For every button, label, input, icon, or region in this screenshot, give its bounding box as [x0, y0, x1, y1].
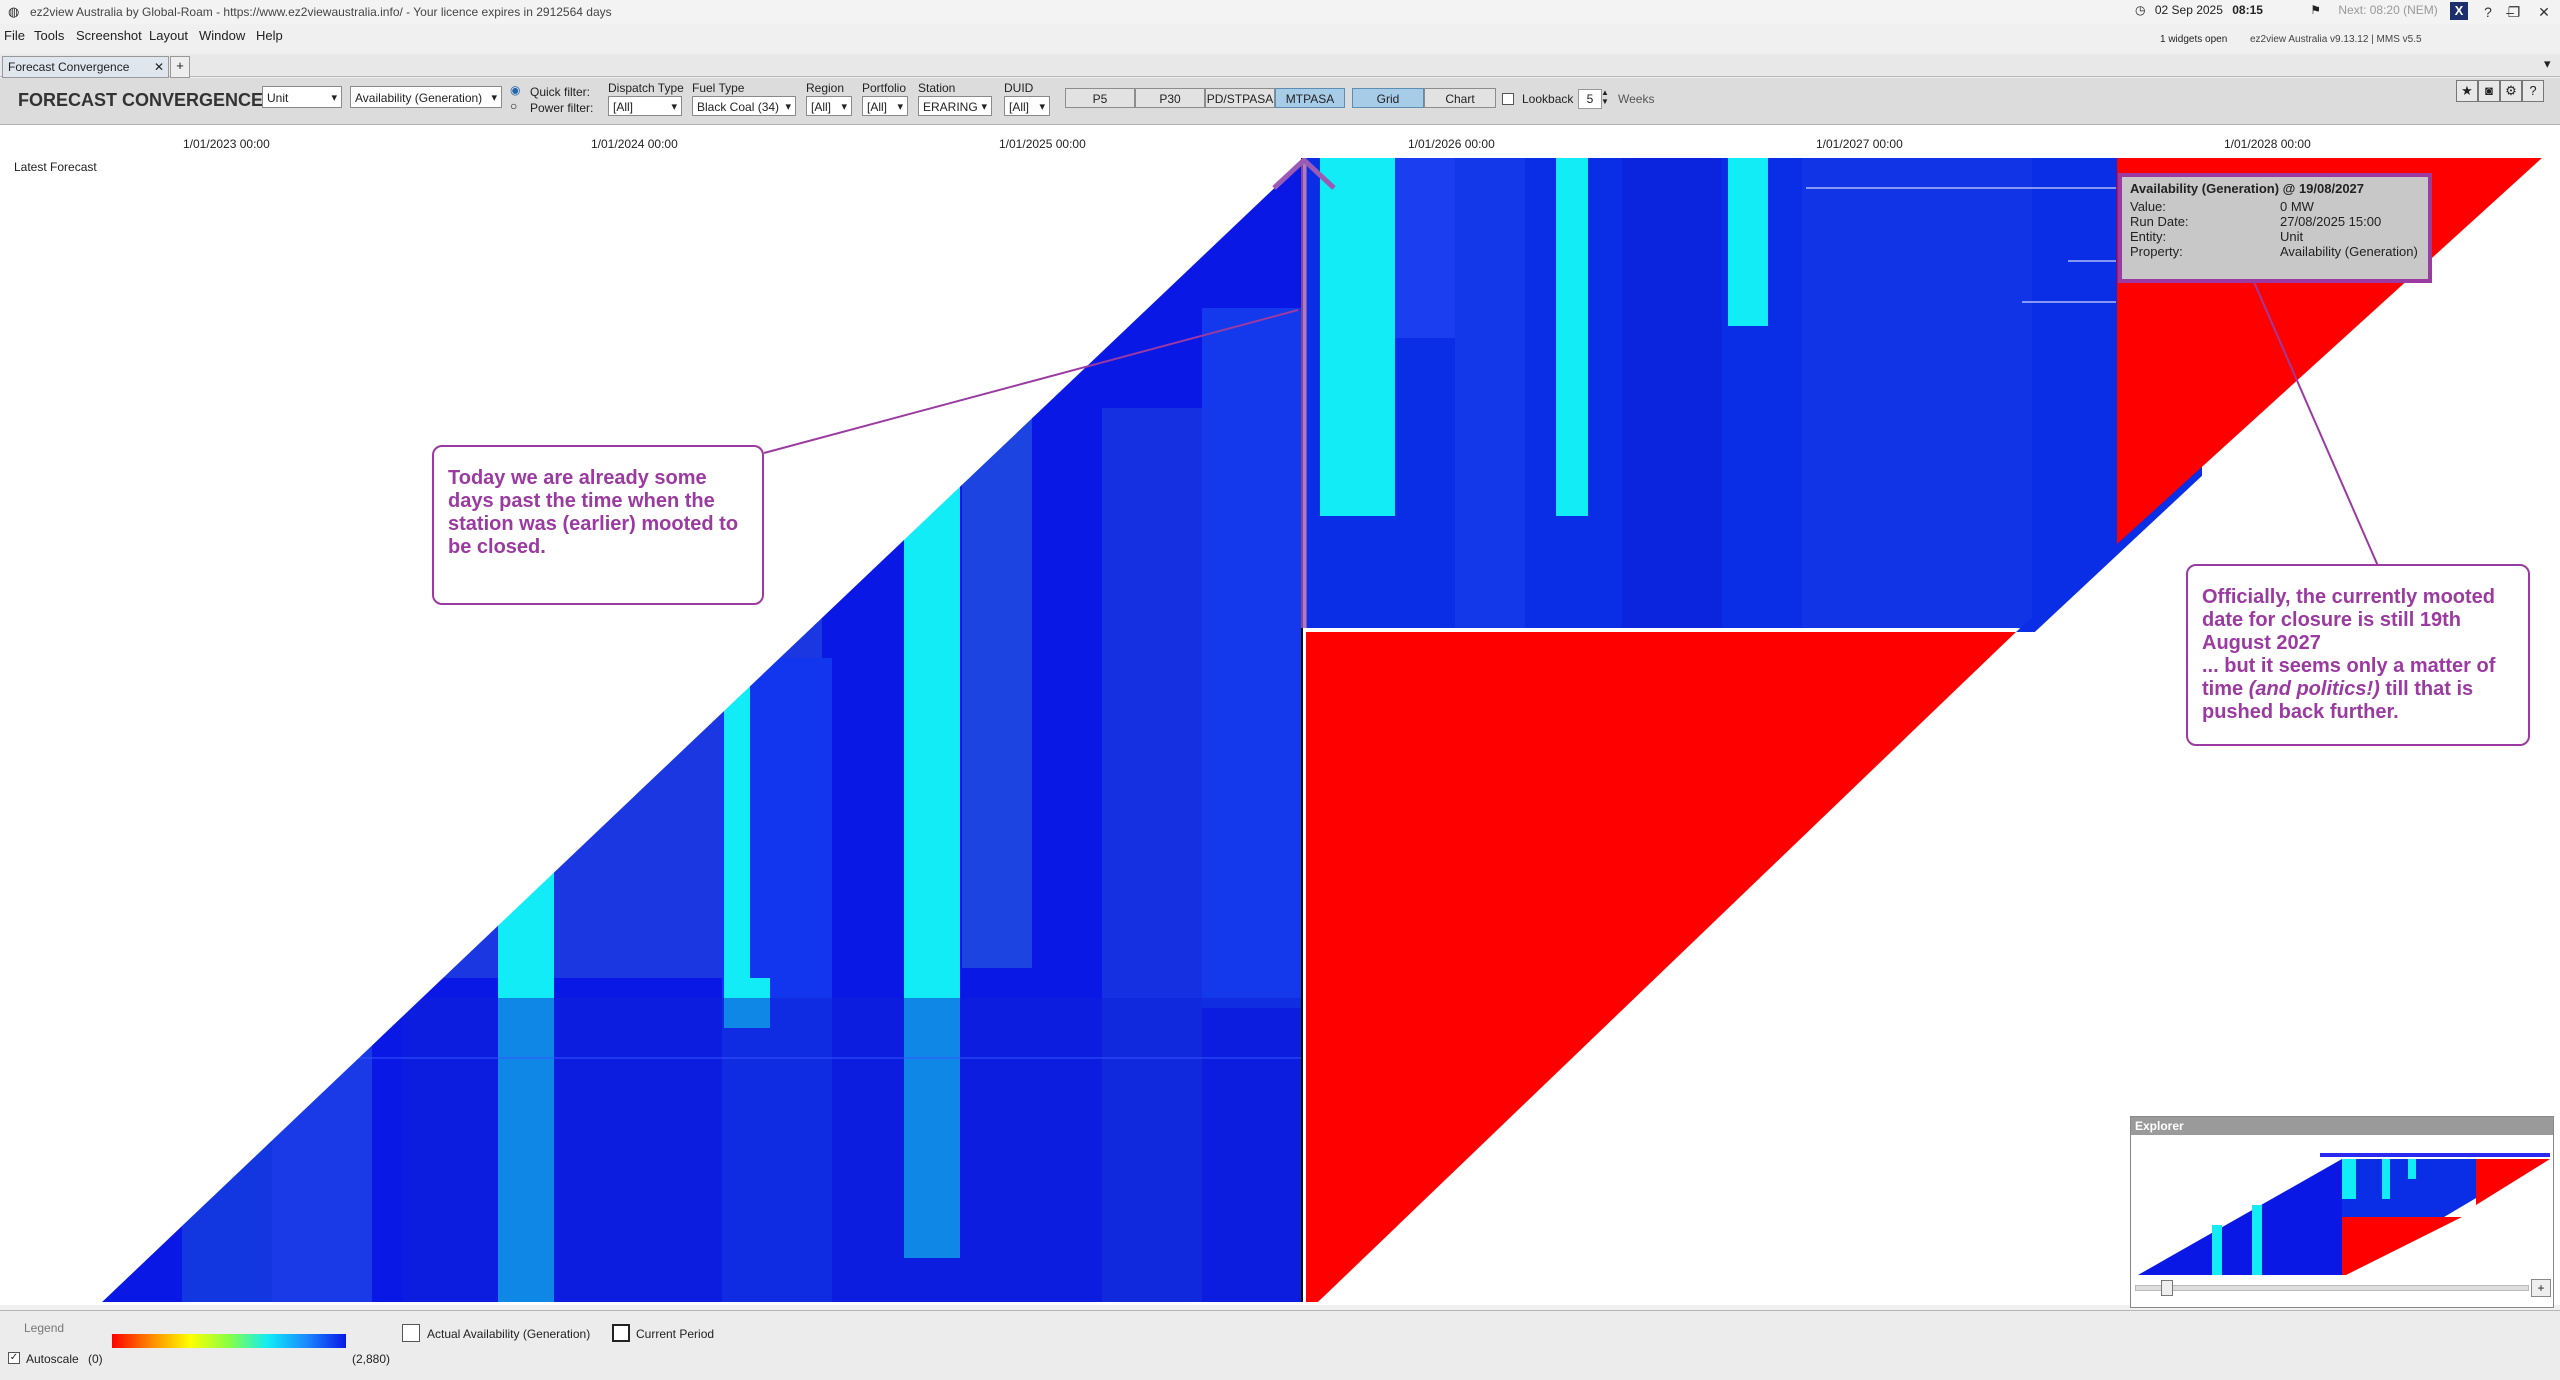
x-tick-2027: 1/01/2027 00:00	[1816, 137, 1903, 151]
menu-bar: File Tools Screenshot Layout Window Help	[0, 28, 2560, 50]
lookback-input[interactable]: 5	[1578, 89, 1602, 109]
time-text: 08:15	[2232, 3, 2263, 17]
autoscale-label: Autoscale	[26, 1352, 79, 1366]
quick-filter-radio[interactable]: ◉	[510, 83, 520, 97]
tooltip-property: Availability (Generation)	[2280, 244, 2418, 259]
station-select[interactable]: ERARING	[918, 96, 992, 117]
horizon-p5-button[interactable]: P5	[1065, 88, 1135, 108]
horizon-pdstpasa-button[interactable]: PD/STPASA	[1205, 88, 1275, 108]
menu-screenshot[interactable]: Screenshot	[76, 28, 142, 43]
favorite-icon[interactable]: ★	[2456, 80, 2478, 102]
explorer-panel[interactable]: Explorer +	[2130, 1116, 2554, 1308]
clock-area: ◷ 02 Sep 2025 08:15 ⚑ Next: 08:20 (NEM)	[2135, 3, 2438, 17]
right-callout-line-a: Officially, the currently mooted date fo…	[2202, 586, 2496, 654]
power-filter-radio[interactable]: ○	[510, 99, 517, 113]
x-tick-2028: 1/01/2028 00:00	[2224, 137, 2311, 151]
tooltip-run-date: 27/08/2025 15:00	[2280, 214, 2382, 229]
next-time[interactable]: Next: 08:20 (NEM)	[2338, 3, 2437, 17]
date-text: 02 Sep 2025	[2154, 3, 2223, 17]
menu-tools[interactable]: Tools	[34, 28, 64, 43]
menu-window[interactable]: Window	[199, 28, 245, 43]
fuel-type-select[interactable]: Black Coal (34)	[692, 96, 796, 117]
tooltip-title: Availability (Generation) @ 19/08/2027	[2130, 181, 2365, 196]
flag-icon: ⚑	[2310, 3, 2322, 17]
widget-title: FORECAST CONVERGENCE	[18, 90, 264, 110]
settings-icon[interactable]: ⚙	[2500, 80, 2522, 102]
menu-help[interactable]: Help	[256, 28, 283, 43]
title-bar: ◍ ez2view Australia by Global-Roam - htt…	[0, 0, 2560, 45]
actual-swatch[interactable]	[402, 1324, 420, 1342]
explorer-scroll-thumb[interactable]	[2161, 1280, 2173, 1296]
current-period-label: Current Period	[636, 1327, 715, 1341]
explorer-zoom-button[interactable]: +	[2531, 1279, 2551, 1297]
dispatch-type-label: Dispatch Type	[608, 81, 684, 95]
quick-filter-label: Quick filter:	[530, 85, 591, 99]
clock-icon: ◷	[2135, 3, 2146, 17]
region-label: Region	[806, 81, 845, 95]
tooltip-key-property: Property:	[2130, 244, 2183, 259]
left-callout-text: Today we are already some days past the …	[448, 467, 739, 558]
tooltip-entity: Unit	[2280, 229, 2304, 244]
autoscale-checkbox[interactable]: ✓	[8, 1352, 20, 1364]
lookback-spinner[interactable]: ▲ ▼	[1601, 88, 1609, 106]
camera-icon[interactable]: ◙	[2478, 80, 2500, 102]
x-tick-2023: 1/01/2023 00:00	[183, 137, 270, 151]
region-select[interactable]: [All]	[806, 96, 852, 117]
tooltip-key-entity: Entity:	[2130, 229, 2167, 244]
add-tab-button[interactable]: +	[170, 56, 190, 78]
menu-file[interactable]: File	[4, 28, 25, 43]
current-period-swatch[interactable]	[612, 1324, 630, 1342]
tooltip-key-run-date: Run Date:	[2130, 214, 2189, 229]
tab-strip: Forecast Convergence ✕ + ▾	[0, 54, 2560, 78]
explorer-minimap[interactable]	[2132, 1135, 2552, 1285]
grid-view-button[interactable]: Grid	[1352, 88, 1424, 108]
row-label: Latest Forecast	[14, 160, 97, 174]
lookback-unit: Weeks	[1618, 92, 1655, 106]
station-label: Station	[918, 81, 956, 95]
horizon-mtpasa-button[interactable]: MTPASA	[1275, 88, 1345, 108]
tab-forecast-convergence[interactable]: Forecast Convergence ✕	[2, 56, 169, 78]
tooltip-key-value: Value:	[2130, 199, 2166, 214]
duid-label: DUID	[1004, 81, 1034, 95]
tab-close-icon[interactable]: ✕	[154, 57, 164, 77]
legend-gradient	[112, 1334, 346, 1348]
tab-label: Forecast Convergence	[8, 60, 130, 74]
dispatch-type-select[interactable]: [All]	[608, 96, 682, 117]
x-tick-2026: 1/01/2026 00:00	[1408, 137, 1495, 151]
ez2view-logo: X	[2450, 2, 2468, 20]
widget-icons: ★ ◙ ⚙ ?	[2456, 80, 2556, 102]
fuel-type-label: Fuel Type	[692, 81, 745, 95]
actual-label: Actual Availability (Generation)	[427, 1327, 591, 1341]
right-callout: Officially, the currently mooted date fo…	[2186, 564, 2530, 746]
portfolio-select[interactable]: [All]	[862, 96, 908, 117]
legend-title: Legend	[24, 1321, 65, 1335]
window-title: ez2view Australia by Global-Roam - https…	[30, 5, 612, 19]
tab-menu-icon[interactable]: ▾	[2544, 56, 2551, 72]
app-icon: ◍	[8, 4, 20, 19]
tooltip-value: 0 MW	[2280, 199, 2314, 214]
help-circle-icon[interactable]: ?	[2522, 80, 2544, 102]
entity-select[interactable]: Unit	[262, 86, 342, 109]
x-tick-2025: 1/01/2025 00:00	[999, 137, 1086, 151]
legend-bar: Legend ✓ Autoscale (0) (2,880) Actual Av…	[0, 1310, 2560, 1380]
power-filter-label: Power filter:	[530, 101, 594, 115]
lookback-checkbox[interactable]	[1502, 93, 1514, 105]
right-callout-emphasis: (and politics!)	[2248, 678, 2380, 700]
explorer-title: Explorer	[2131, 1117, 2553, 1135]
legend-max: (2,880)	[352, 1352, 391, 1366]
lookback-label: Lookback	[1522, 92, 1574, 106]
portfolio-label: Portfolio	[862, 81, 907, 95]
horizon-p30-button[interactable]: P30	[1135, 88, 1205, 108]
x-tick-2024: 1/01/2024 00:00	[591, 137, 678, 151]
chart-view-button[interactable]: Chart	[1424, 88, 1496, 108]
left-callout: Today we are already some days past the …	[432, 445, 764, 605]
property-select[interactable]: Availability (Generation)	[350, 86, 502, 109]
legend-min: (0)	[88, 1352, 103, 1366]
duid-select[interactable]: [All]	[1004, 96, 1050, 117]
menu-layout[interactable]: Layout	[149, 28, 188, 43]
close-icon[interactable]: ✕	[2526, 0, 2560, 24]
cell-tooltip: Availability (Generation) @ 19/08/2027 V…	[2118, 173, 2432, 283]
explorer-scrollbar[interactable]	[2135, 1285, 2529, 1291]
